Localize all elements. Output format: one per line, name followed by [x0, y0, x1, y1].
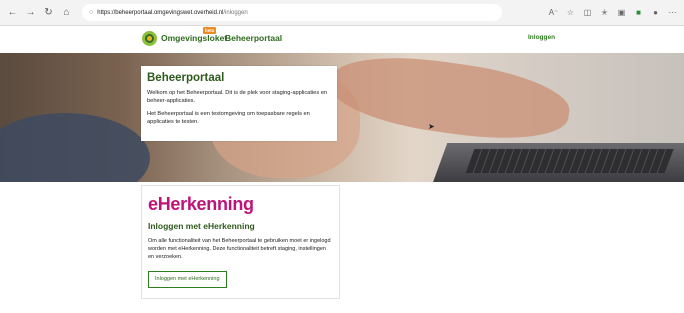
extension-icon[interactable]: ■	[633, 7, 644, 18]
forward-icon[interactable]: →	[24, 6, 37, 19]
favorites-icon[interactable]: ✭	[599, 7, 610, 18]
omgevingsloket-logo-icon[interactable]	[142, 31, 157, 46]
profile-icon[interactable]: ●	[650, 7, 661, 18]
hero-intro-text: Welkom op het Beheerportaal. Dit is de p…	[147, 90, 328, 104]
browser-toolbar: ← → ↻ ⌂ ○ https://beheerportaal.omgeving…	[0, 0, 684, 26]
eherkenning-logo: eHerkenning	[148, 194, 254, 214]
reader-icon[interactable]: A⁻	[548, 7, 559, 18]
hero-keyboard-shape	[465, 149, 675, 173]
hero-banner: ➤	[0, 53, 684, 182]
hero-description-text: Het Beheerportaal is een testomgeving om…	[147, 111, 310, 125]
reload-icon[interactable]: ↻	[42, 6, 55, 19]
login-link[interactable]: Inloggen	[528, 34, 555, 41]
browser-tools: A⁻ ☆ ◫ ✭ ▣ ■ ● ⋯	[542, 7, 678, 18]
page-title: Beheerportaal	[147, 72, 225, 84]
eherkenning-title: Inloggen met eHerkenning	[148, 221, 255, 231]
home-icon[interactable]: ⌂	[60, 6, 73, 19]
eherkenning-login-button[interactable]: Inloggen met eHerkenning	[148, 271, 227, 288]
split-icon[interactable]: ◫	[582, 7, 593, 18]
mouse-cursor-icon: ➤	[428, 122, 435, 131]
hero-hand-shape	[326, 53, 574, 150]
brand-name[interactable]: Omgevingsloket	[161, 33, 227, 43]
back-icon[interactable]: ←	[6, 6, 19, 19]
collections-icon[interactable]: ▣	[616, 7, 627, 18]
hero-sleeve-shape	[0, 113, 150, 182]
eherkenning-text: Om alle functionaliteit van het Beheerpo…	[148, 238, 331, 260]
lock-icon[interactable]: ○	[89, 9, 93, 16]
menu-icon[interactable]: ⋯	[667, 7, 678, 18]
favorite-icon[interactable]: ☆	[565, 7, 576, 18]
portal-name: Beheerportaal	[225, 33, 283, 43]
address-bar[interactable]: ○ https://beheerportaal.omgevingswet.ove…	[82, 4, 502, 21]
url-path: /inloggen	[223, 9, 248, 16]
url-host: https://beheerportaal.omgevingswet.overh…	[97, 9, 224, 16]
beta-badge: beta	[203, 27, 217, 34]
site-header: Omgevingsloket beta Beheerportaal Inlogg…	[0, 26, 684, 53]
eherkenning-card: eHerkenning Inloggen met eHerkenning Om …	[141, 185, 340, 299]
hero-card: Beheerportaal Welkom op het Beheerportaa…	[141, 66, 337, 141]
